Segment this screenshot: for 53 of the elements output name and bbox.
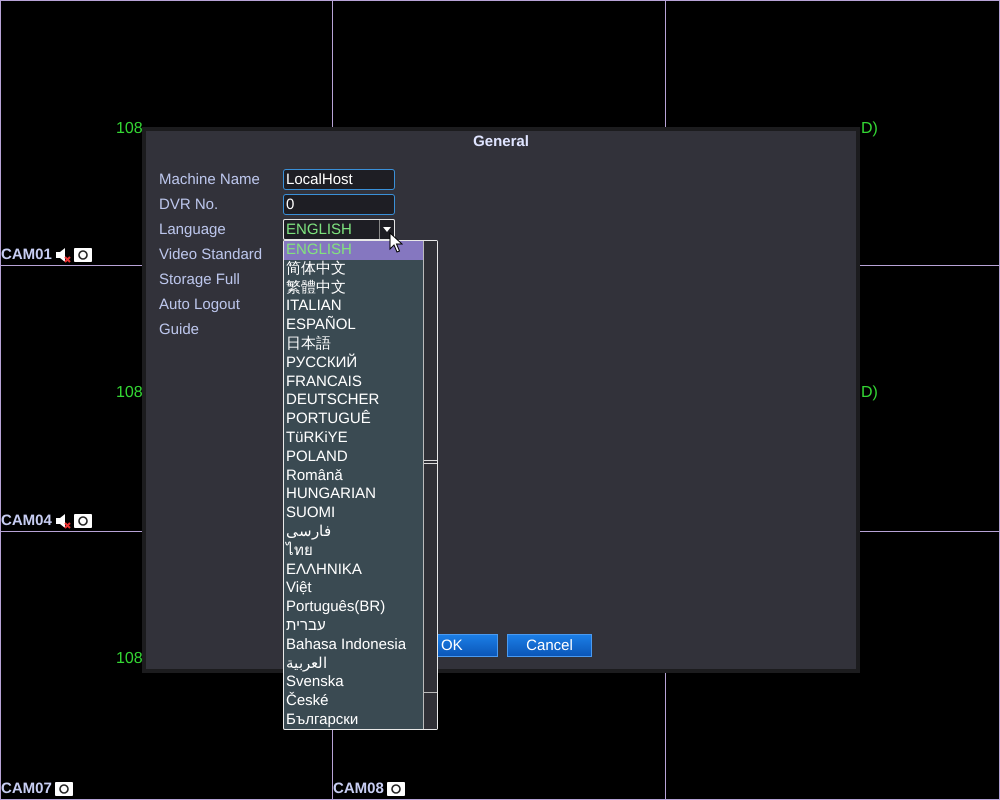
language-dropdown[interactable]: ENGLISH xyxy=(283,219,395,240)
field-label: Guide xyxy=(159,321,200,338)
dropdown-option[interactable]: 日本語 xyxy=(284,334,423,354)
text-field[interactable]: LocalHost xyxy=(283,169,395,190)
dropdown-option[interactable]: Български xyxy=(284,710,423,730)
resolution-label: D) xyxy=(861,384,878,402)
camera-icon xyxy=(74,248,92,262)
camera-icon xyxy=(54,782,73,796)
resolution-label: 108 xyxy=(116,650,143,668)
camera-icon xyxy=(74,514,92,528)
cancel-button[interactable]: Cancel xyxy=(507,634,592,657)
field-label: Auto Logout xyxy=(159,296,241,313)
camera-name: CAM01 xyxy=(1,246,52,263)
dropdown-option[interactable]: ITALIAN xyxy=(284,297,423,316)
dropdown-option[interactable]: Svenska xyxy=(284,673,423,692)
dropdown-option[interactable]: Português(BR) xyxy=(284,598,423,617)
field-label: Language xyxy=(159,221,227,238)
field-label: Machine Name xyxy=(159,171,261,188)
scrollbar[interactable] xyxy=(423,241,437,729)
field-label: Video Standard xyxy=(159,246,264,263)
resolution-label: D) xyxy=(861,120,878,138)
camera-icon xyxy=(386,782,405,796)
dropdown-option[interactable]: فارسی xyxy=(284,522,423,542)
dropdown-option[interactable]: FRANCAIS xyxy=(284,372,423,392)
dialog-title: General xyxy=(473,133,529,150)
field-label: DVR No. xyxy=(159,196,220,213)
dropdown-option[interactable]: Bahasa Indonesia xyxy=(284,636,423,655)
dropdown-option[interactable]: ไทย xyxy=(284,542,423,561)
dropdown-option[interactable]: POLAND xyxy=(284,448,423,467)
text-field[interactable]: 0 xyxy=(283,194,395,215)
dropdown-option[interactable]: HUNGARIAN xyxy=(284,485,423,504)
dropdown-option[interactable]: 简体中文 xyxy=(284,260,423,279)
dropdown-option[interactable]: DEUTSCHER xyxy=(284,391,423,410)
dropdown-option[interactable]: TüRKiYE xyxy=(284,428,423,448)
dropdown-option[interactable]: SUOMI xyxy=(284,504,423,523)
dropdown-option[interactable]: עברית xyxy=(284,616,423,636)
dropdown-option[interactable]: PORTUGUÊ xyxy=(284,410,423,429)
dropdown-option[interactable]: РУССКИЙ xyxy=(284,354,423,373)
field-label: Storage Full xyxy=(159,271,241,288)
dropdown-option[interactable]: ESPAÑOL xyxy=(284,316,423,335)
cursor-icon xyxy=(389,232,403,254)
dropdown-option[interactable]: ΕΛΛΗΝΙΚΑ xyxy=(284,560,423,580)
resolution-label: 108 xyxy=(116,120,143,138)
dropdown-option[interactable]: Việt xyxy=(284,579,423,598)
dropdown-option[interactable]: 繁體中文 xyxy=(284,278,423,298)
camera-name: CAM07 xyxy=(1,780,52,797)
resolution-label: 108 xyxy=(116,384,143,402)
camera-name: CAM08 xyxy=(333,780,384,797)
dropdown-option[interactable]: العربية xyxy=(284,654,423,674)
caret-icon xyxy=(383,227,391,232)
camera-name: CAM04 xyxy=(1,512,52,529)
dropdown-option[interactable]: Românǎ xyxy=(284,466,423,486)
dropdown-option[interactable]: České xyxy=(284,692,423,711)
